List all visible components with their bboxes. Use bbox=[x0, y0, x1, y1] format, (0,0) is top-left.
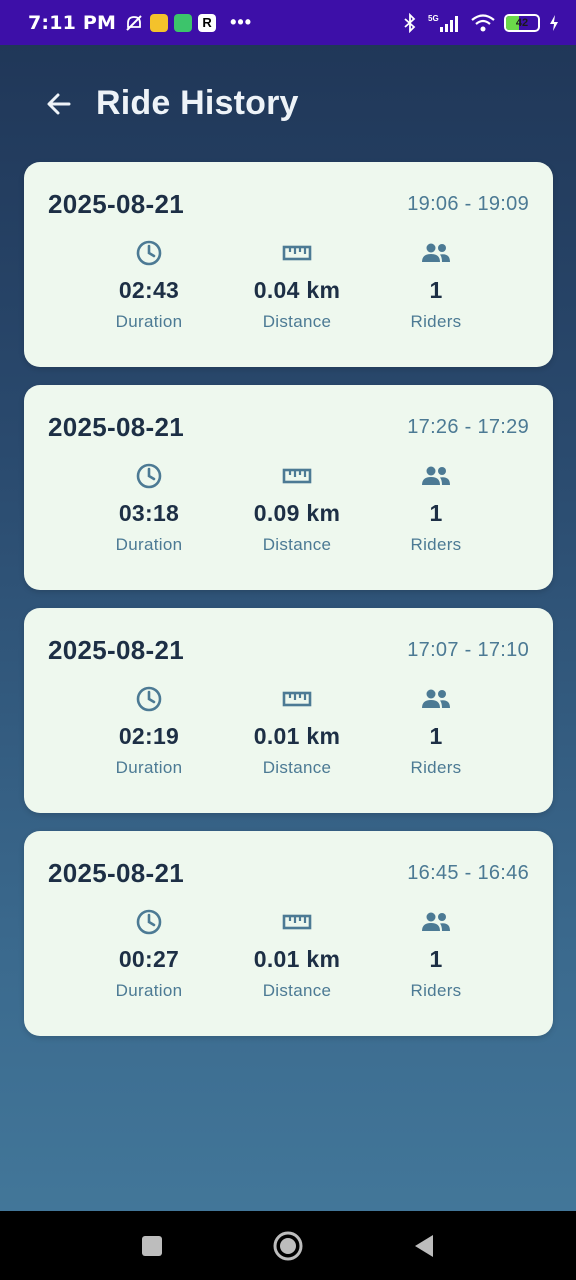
distance-value: 0.04 km bbox=[253, 277, 341, 303]
clock-icon bbox=[136, 909, 162, 935]
ruler-icon bbox=[282, 245, 312, 261]
back-button[interactable] bbox=[44, 89, 74, 119]
ride-date: 2025-08-21 bbox=[48, 858, 184, 888]
app-header: Ride History bbox=[0, 45, 576, 162]
people-icon bbox=[422, 912, 450, 931]
ride-date: 2025-08-21 bbox=[48, 189, 184, 219]
bluetooth-icon bbox=[400, 12, 420, 33]
duration-stat: 03:18 Duration bbox=[74, 461, 224, 555]
status-time: 7:11 PM bbox=[28, 11, 117, 34]
ride-time-range: 17:26 - 17:29 bbox=[407, 416, 529, 438]
ride-time-range: 19:06 - 19:09 bbox=[407, 193, 529, 215]
riders-stat: 1 Riders bbox=[361, 238, 511, 332]
duration-label: Duration bbox=[115, 758, 183, 777]
ride-time-range: 17:07 - 17:10 bbox=[407, 639, 529, 661]
riders-value: 1 bbox=[429, 946, 443, 972]
distance-stat: 0.01 km Distance bbox=[222, 907, 372, 1001]
ride-card[interactable]: 2025-08-21 16:45 - 16:46 00:27 Duration … bbox=[24, 831, 553, 1036]
notification-icons: R ••• bbox=[124, 12, 252, 33]
riders-value: 1 bbox=[429, 723, 443, 749]
ruler-icon bbox=[282, 468, 312, 484]
distance-label: Distance bbox=[262, 981, 332, 1000]
duration-stat: 00:27 Duration bbox=[74, 907, 224, 1001]
clock-icon bbox=[136, 686, 162, 712]
riders-stat: 1 Riders bbox=[361, 461, 511, 555]
riders-value: 1 bbox=[429, 500, 443, 526]
status-bar: 7:11 PM R ••• 5G 42 bbox=[0, 0, 576, 45]
circle-icon bbox=[273, 1231, 303, 1260]
ruler-icon bbox=[282, 691, 312, 707]
app-notification-icon: R bbox=[198, 13, 217, 32]
arrow-left-icon bbox=[47, 93, 71, 114]
duration-stat: 02:43 Duration bbox=[74, 238, 224, 332]
riders-value: 1 bbox=[429, 277, 443, 303]
charging-icon bbox=[548, 13, 560, 33]
mute-vibrate-icon bbox=[124, 13, 144, 33]
distance-value: 0.01 km bbox=[253, 946, 341, 972]
duration-label: Duration bbox=[115, 535, 183, 554]
distance-stat: 0.04 km Distance bbox=[222, 238, 372, 332]
navigation-bar bbox=[0, 1211, 576, 1280]
ride-card[interactable]: 2025-08-21 17:07 - 17:10 02:19 Duration … bbox=[24, 608, 553, 813]
ride-date: 2025-08-21 bbox=[48, 635, 184, 665]
riders-label: Riders bbox=[410, 981, 462, 1000]
riders-stat: 1 Riders bbox=[361, 684, 511, 778]
distance-label: Distance bbox=[262, 535, 332, 554]
people-icon bbox=[422, 689, 450, 708]
ride-date: 2025-08-21 bbox=[48, 412, 184, 442]
app-notification-icon bbox=[150, 13, 169, 32]
duration-value: 02:43 bbox=[118, 277, 180, 303]
riders-label: Riders bbox=[410, 312, 462, 331]
ruler-icon bbox=[282, 914, 312, 930]
home-button[interactable] bbox=[268, 1226, 308, 1266]
distance-stat: 0.09 km Distance bbox=[222, 461, 372, 555]
app-notification-icon bbox=[174, 13, 193, 32]
back-nav-button[interactable] bbox=[404, 1226, 444, 1266]
riders-label: Riders bbox=[410, 535, 462, 554]
triangle-back-icon bbox=[415, 1234, 433, 1257]
duration-stat: 02:19 Duration bbox=[74, 684, 224, 778]
svg-text:5G: 5G bbox=[428, 14, 439, 23]
page-title: Ride History bbox=[96, 84, 299, 122]
duration-label: Duration bbox=[115, 981, 183, 1000]
duration-label: Duration bbox=[115, 312, 183, 331]
people-icon bbox=[422, 243, 450, 262]
clock-icon bbox=[136, 463, 162, 489]
clock-icon bbox=[136, 240, 162, 266]
riders-label: Riders bbox=[410, 758, 462, 777]
system-icons: 5G 42 bbox=[400, 12, 560, 33]
distance-label: Distance bbox=[262, 758, 332, 777]
people-icon bbox=[422, 466, 450, 485]
ride-list: 2025-08-21 19:06 - 19:09 02:43 Duration … bbox=[24, 162, 553, 1054]
duration-value: 03:18 bbox=[118, 500, 180, 526]
square-icon bbox=[142, 1235, 162, 1256]
distance-value: 0.09 km bbox=[253, 500, 341, 526]
duration-value: 00:27 bbox=[118, 946, 180, 972]
recents-button[interactable] bbox=[132, 1226, 172, 1266]
ride-time-range: 16:45 - 16:46 bbox=[407, 862, 529, 884]
riders-stat: 1 Riders bbox=[361, 907, 511, 1001]
distance-stat: 0.01 km Distance bbox=[222, 684, 372, 778]
distance-label: Distance bbox=[262, 312, 332, 331]
more-notifications-icon: ••• bbox=[230, 12, 253, 32]
battery-icon: 42 bbox=[504, 13, 540, 32]
duration-value: 02:19 bbox=[118, 723, 180, 749]
distance-value: 0.01 km bbox=[253, 723, 341, 749]
ride-card[interactable]: 2025-08-21 19:06 - 19:09 02:43 Duration … bbox=[24, 162, 553, 367]
signal-icon: 5G bbox=[428, 13, 462, 33]
wifi-icon bbox=[470, 13, 496, 33]
battery-level: 42 bbox=[515, 16, 529, 29]
ride-card[interactable]: 2025-08-21 17:26 - 17:29 03:18 Duration … bbox=[24, 385, 553, 590]
